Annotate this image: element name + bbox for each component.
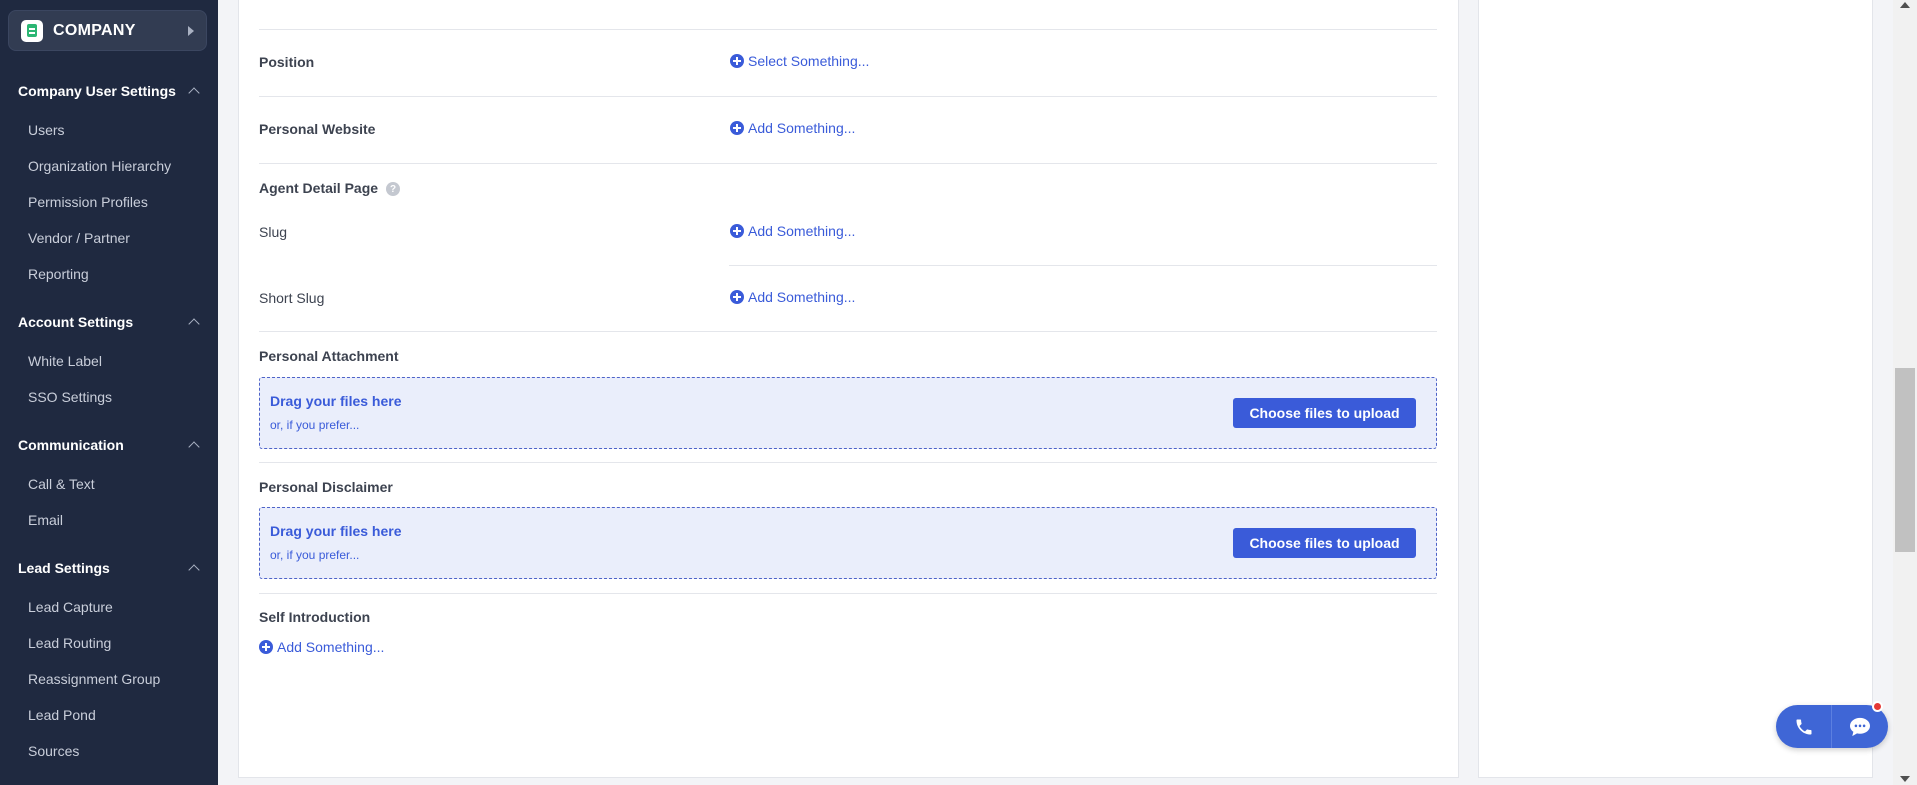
plus-circle-icon: [259, 640, 273, 654]
sidebar-item-sources[interactable]: Sources: [28, 743, 79, 759]
dropzone-title: Drag your files here: [270, 523, 402, 539]
choose-files-button[interactable]: Choose files to upload: [1233, 398, 1416, 428]
group-title: Lead Settings: [18, 560, 110, 576]
sidebar-item-email[interactable]: Email: [28, 512, 63, 528]
sidebar-item-white-label[interactable]: White Label: [28, 353, 102, 369]
divider: [259, 331, 1437, 332]
company-logo-icon: [21, 19, 43, 42]
phone-button[interactable]: [1776, 705, 1832, 748]
position-select-text: Select Something...: [748, 53, 870, 69]
sidebar-item-lead-routing[interactable]: Lead Routing: [28, 635, 111, 651]
chevron-up-icon: [188, 87, 200, 99]
sidebar-item-permission-profiles[interactable]: Permission Profiles: [28, 194, 148, 210]
group-company-user-settings[interactable]: Company User Settings: [18, 83, 202, 99]
dropzone-title: Drag your files here: [270, 393, 402, 409]
group-communication[interactable]: Communication: [18, 437, 202, 453]
sidebar-item-sso-settings[interactable]: SSO Settings: [28, 389, 112, 405]
plus-circle-icon: [730, 224, 744, 238]
plus-circle-icon: [730, 121, 744, 135]
agent-detail-page-text: Agent Detail Page: [259, 180, 379, 196]
personal-attachment-dropzone[interactable]: Drag your files here or, if you prefer..…: [259, 377, 1437, 449]
chat-bubble-icon: [1850, 717, 1870, 736]
plus-circle-icon: [730, 54, 744, 68]
sidebar-item-vendor-partner[interactable]: Vendor / Partner: [28, 230, 130, 246]
notification-dot: [1872, 701, 1883, 712]
phone-icon: [1796, 719, 1811, 734]
help-icon[interactable]: ?: [386, 182, 401, 197]
personal-website-label: Personal Website: [259, 121, 376, 137]
choose-files-button[interactable]: Choose files to upload: [1233, 528, 1416, 558]
sidebar: COMPANY Company User Settings Users Orga…: [0, 0, 218, 785]
divider: [259, 96, 1437, 97]
divider: [729, 265, 1437, 266]
group-lead-settings[interactable]: Lead Settings: [18, 560, 202, 576]
self-introduction-add-text: Add Something...: [277, 639, 385, 655]
personal-website-add-link[interactable]: Add Something...: [730, 120, 855, 136]
sidebar-item-lead-pond[interactable]: Lead Pond: [28, 707, 96, 723]
sidebar-item-reassignment-group[interactable]: Reassignment Group: [28, 671, 160, 687]
slug-add-text: Add Something...: [748, 223, 856, 239]
plus-circle-icon: [730, 290, 744, 304]
slug-label: Slug: [259, 224, 288, 240]
scroll-down-arrow-icon[interactable]: [1900, 776, 1910, 782]
group-title: Account Settings: [18, 314, 134, 330]
divider: [259, 163, 1437, 164]
short-slug-label: Short Slug: [259, 290, 325, 306]
chevron-up-icon: [188, 318, 200, 330]
position-select-link[interactable]: Select Something...: [730, 53, 869, 69]
slug-add-link[interactable]: Add Something...: [730, 223, 855, 239]
personal-disclaimer-label: Personal Disclaimer: [259, 479, 393, 495]
position-label: Position: [259, 54, 315, 70]
side-panel: [1478, 0, 1873, 778]
scroll-up-arrow-icon[interactable]: [1900, 2, 1910, 8]
chevron-up-icon: [188, 564, 200, 576]
personal-website-add-text: Add Something...: [748, 120, 856, 136]
company-name: COMPANY: [53, 21, 136, 39]
sidebar-item-organization-hierarchy[interactable]: Organization Hierarchy: [28, 158, 171, 174]
company-switcher[interactable]: COMPANY: [8, 10, 207, 51]
scrollbar-thumb[interactable]: [1895, 368, 1915, 552]
sidebar-item-call-text[interactable]: Call & Text: [28, 476, 95, 492]
short-slug-add-text: Add Something...: [748, 289, 856, 305]
group-title: Company User Settings: [18, 83, 176, 99]
sidebar-item-users[interactable]: Users: [28, 122, 65, 138]
caret-right-icon: [188, 25, 194, 36]
personal-attachment-label: Personal Attachment: [259, 348, 399, 364]
chevron-up-icon: [188, 441, 200, 453]
self-introduction-label: Self Introduction: [259, 609, 371, 625]
divider: [259, 462, 1437, 463]
self-introduction-add-link[interactable]: Add Something...: [259, 639, 384, 655]
group-account-settings[interactable]: Account Settings: [18, 314, 202, 330]
dropzone-subtitle: or, if you prefer...: [270, 548, 360, 562]
group-title: Communication: [18, 437, 124, 453]
agent-detail-page-label: Agent Detail Page?: [259, 180, 401, 197]
divider: [259, 29, 1437, 30]
sidebar-item-reporting[interactable]: Reporting: [28, 266, 89, 282]
dropzone-subtitle: or, if you prefer...: [270, 418, 360, 432]
personal-disclaimer-dropzone[interactable]: Drag your files here or, if you prefer..…: [259, 507, 1437, 579]
short-slug-add-link[interactable]: Add Something...: [730, 289, 855, 305]
divider: [259, 593, 1437, 594]
contact-widget: [1776, 705, 1888, 748]
sidebar-item-lead-capture[interactable]: Lead Capture: [28, 599, 113, 615]
